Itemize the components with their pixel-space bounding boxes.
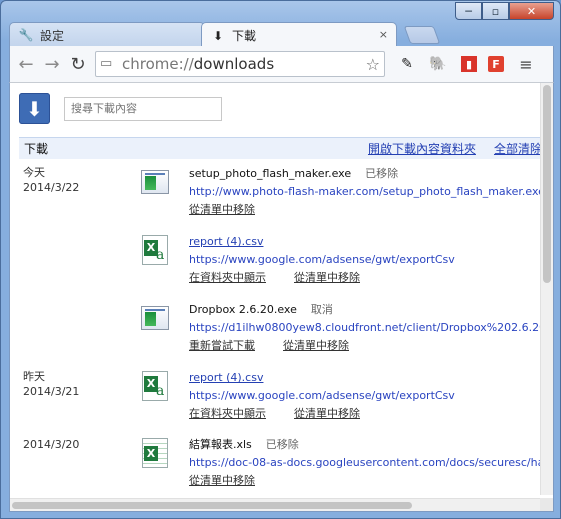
clear-all-link[interactable]: 全部清除 (494, 140, 542, 157)
source-url[interactable]: https://www.google.com/adsense/gwt/expor… (189, 251, 552, 269)
date-label: 2014/3/22 (23, 181, 80, 194)
menu-icon[interactable]: ≡ (514, 52, 538, 76)
reload-button[interactable]: ↻ (65, 51, 91, 77)
date-group-0320: 2014/3/20 (23, 437, 79, 452)
tab-downloads[interactable]: ⬇ 下載 × (201, 22, 397, 48)
scrollbar-thumb[interactable] (543, 85, 551, 283)
vertical-scrollbar[interactable] (540, 83, 553, 495)
download-info: setup_photo_flash_maker.exe 已移除 http://ww… (189, 164, 553, 219)
browser-window: ─ ▫ ✕ 🔧 設定 ⬇ 下載 × ← → ↻ ▭ chrome://downl… (0, 0, 561, 519)
item-actions: 在資料夾中顯示 從清單中移除 (189, 269, 553, 287)
item-actions: 重新嘗試下載 從清單中移除 (189, 337, 553, 355)
csv-file-icon: Xa (140, 371, 170, 401)
show-in-folder-link[interactable]: 在資料夾中顯示 (189, 407, 266, 420)
file-name-link[interactable]: report (4).csv (189, 235, 263, 248)
day-label: 昨天 (23, 370, 45, 383)
scrollbar-corner (540, 498, 553, 511)
url-text[interactable]: chrome://downloads (122, 55, 366, 73)
remove-from-list-link[interactable]: 從清單中移除 (283, 339, 349, 352)
source-url[interactable]: https://d1ilhw0800yew8.cloudfront.net/cl… (189, 319, 552, 337)
remove-from-list-link[interactable]: 從清單中移除 (294, 407, 360, 420)
exe-file-icon (140, 168, 170, 196)
item-actions: 從清單中移除 (189, 201, 553, 219)
download-arrow-icon: ⬇ (212, 28, 224, 43)
extension-red-book-icon[interactable]: ▮ (461, 56, 477, 72)
downloads-page: ⬇ 下載 開啟下載內容資料夾 全部清除 今天 2014/3/22 昨天 2014… (9, 82, 554, 512)
source-url[interactable]: https://www.google.com/adsense/gwt/expor… (189, 387, 552, 405)
wrench-icon: 🔧 (18, 28, 34, 42)
exe-file-icon (140, 304, 170, 332)
source-url[interactable]: https://doc-08-as-docs.googleusercontent… (189, 454, 552, 472)
download-info: report (4).csv https://www.google.com/ad… (189, 368, 553, 423)
scrollbar-thumb[interactable] (12, 502, 412, 509)
download-info: report (4).csv https://www.google.com/ad… (189, 232, 553, 287)
new-tab-button[interactable] (403, 26, 441, 44)
item-actions: 在資料夾中顯示 從清單中移除 (189, 405, 553, 423)
csv-file-icon: Xa (140, 235, 170, 265)
source-url[interactable]: http://www.photo-flash-maker.com/setup_p… (189, 183, 552, 201)
bookmark-star-icon[interactable]: ☆ (366, 55, 380, 74)
remove-from-list-link[interactable]: 從清單中移除 (189, 203, 255, 216)
close-window-button[interactable]: ✕ (509, 2, 554, 20)
date-group-today: 今天 2014/3/22 (23, 165, 79, 195)
download-info: 結算報表.xls 已移除 https://doc-08-as-docs.googl… (189, 435, 553, 490)
tab-strip: 🔧 設定 ⬇ 下載 × (9, 20, 554, 48)
tab-label: 下載 (232, 29, 257, 43)
date-group-yesterday: 昨天 2014/3/21 (23, 369, 79, 399)
extension-pen-icon[interactable]: ✎ (395, 52, 419, 76)
tab-label: 設定 (40, 28, 65, 43)
download-status: 已移除 (365, 167, 399, 180)
item-actions: 從清單中移除 (189, 472, 553, 490)
close-tab-icon[interactable]: × (379, 28, 388, 41)
xls-file-icon: X (140, 438, 170, 468)
page-header: ⬇ (19, 93, 222, 124)
file-name-row: Dropbox 2.6.20.exe 取消 (189, 300, 553, 319)
address-bar[interactable]: ▭ chrome://downloads ☆ (95, 51, 385, 77)
remove-from-list-link[interactable]: 從清單中移除 (294, 271, 360, 284)
open-downloads-folder-link[interactable]: 開啟下載內容資料夾 (368, 140, 476, 157)
file-name: setup_photo_flash_maker.exe (189, 167, 352, 180)
download-status: 已移除 (265, 438, 299, 451)
retry-download-link[interactable]: 重新嘗試下載 (189, 339, 255, 352)
day-label: 今天 (23, 166, 45, 179)
date-label: 2014/3/20 (23, 438, 80, 451)
forward-button[interactable]: → (39, 51, 65, 77)
file-name-row: report (4).csv (189, 368, 553, 387)
file-name: 結算報表.xls (189, 438, 252, 451)
downloads-header-bar: 下載 開啟下載內容資料夾 全部清除 (19, 137, 546, 159)
minimize-button[interactable]: ─ (455, 2, 482, 20)
downloads-logo-icon: ⬇ (19, 93, 50, 124)
date-label: 2014/3/21 (23, 385, 80, 398)
extension-flipboard-icon[interactable]: F (488, 56, 504, 72)
tab-settings[interactable]: 🔧 設定 (9, 22, 205, 47)
extension-evernote-icon[interactable]: 🐘 (426, 52, 450, 76)
file-name-link[interactable]: report (4).csv (189, 371, 263, 384)
back-button[interactable]: ← (13, 51, 39, 77)
download-status: 取消 (310, 303, 333, 316)
page-icon: ▭ (100, 56, 113, 71)
horizontal-scrollbar[interactable] (10, 498, 541, 511)
window-controls: ─ ▫ ✕ (455, 2, 554, 20)
file-name: Dropbox 2.6.20.exe (189, 303, 297, 316)
section-title: 下載 (24, 142, 49, 156)
download-info: Dropbox 2.6.20.exe 取消 https://d1ilhw0800y… (189, 300, 553, 355)
maximize-button[interactable]: ▫ (482, 2, 509, 20)
file-name-row: 結算報表.xls 已移除 (189, 435, 553, 454)
file-name-row: setup_photo_flash_maker.exe 已移除 (189, 164, 553, 183)
show-in-folder-link[interactable]: 在資料夾中顯示 (189, 271, 266, 284)
file-name-row: report (4).csv (189, 232, 553, 251)
toolbar: ← → ↻ ▭ chrome://downloads ☆ ✎ 🐘 ▮ F ≡ (9, 46, 554, 82)
search-input[interactable] (64, 96, 222, 121)
remove-from-list-link[interactable]: 從清單中移除 (189, 474, 255, 487)
